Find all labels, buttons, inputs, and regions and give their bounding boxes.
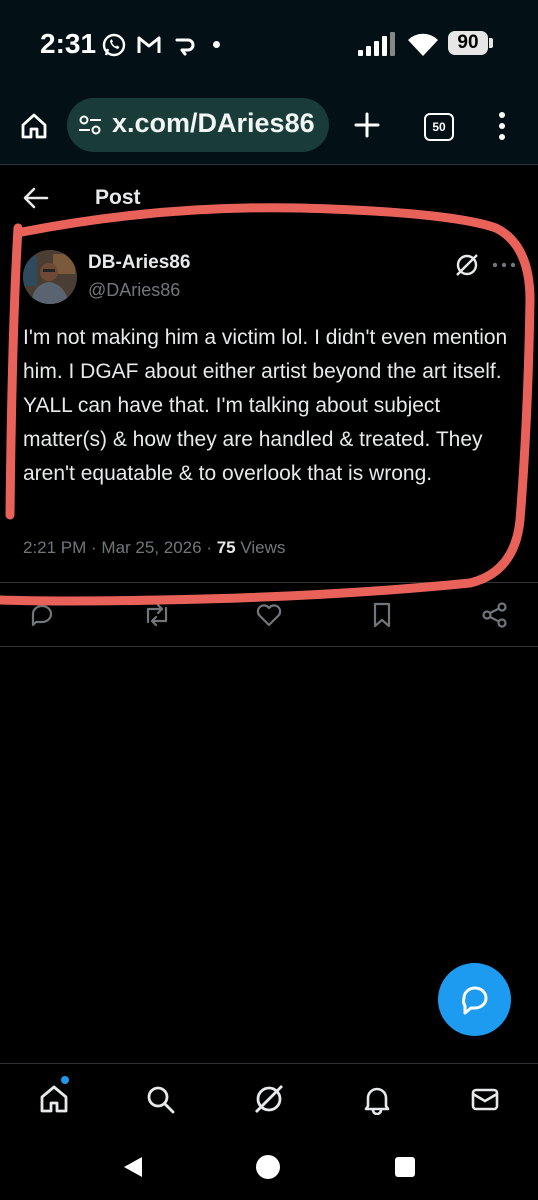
notification-dot bbox=[61, 1076, 69, 1084]
grok-icon[interactable] bbox=[253, 1083, 285, 1115]
messages-icon[interactable] bbox=[469, 1083, 501, 1115]
recents-button[interactable] bbox=[395, 1157, 415, 1177]
compose-chat-button[interactable] bbox=[438, 963, 511, 1036]
notifications-icon[interactable] bbox=[361, 1083, 393, 1115]
divider bbox=[0, 646, 538, 647]
annotation-outline bbox=[0, 203, 535, 606]
home-button[interactable] bbox=[256, 1155, 280, 1179]
back-icon[interactable] bbox=[121, 1155, 145, 1179]
home-icon[interactable] bbox=[38, 1083, 70, 1115]
search-icon[interactable] bbox=[144, 1083, 176, 1115]
